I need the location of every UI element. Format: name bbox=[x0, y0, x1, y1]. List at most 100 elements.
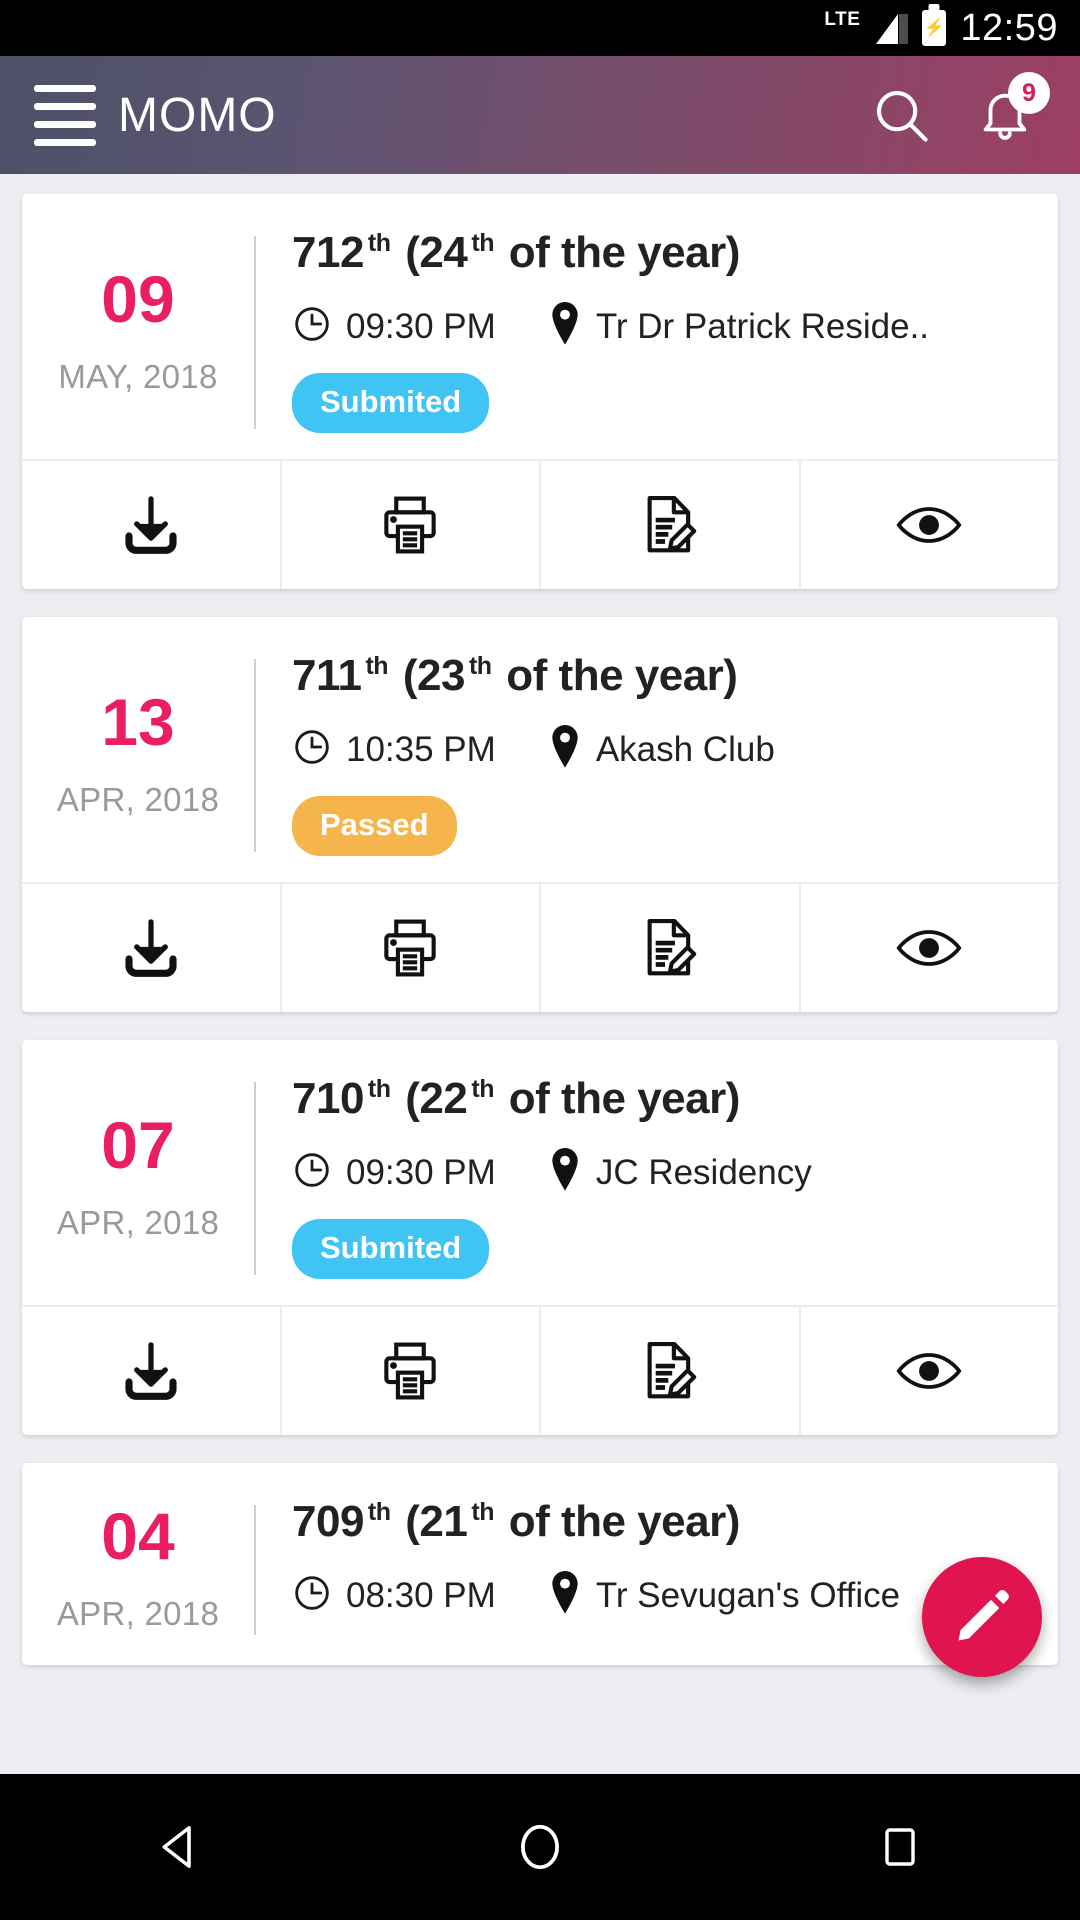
clock-icon bbox=[292, 304, 332, 349]
signal-bars-icon bbox=[874, 12, 909, 44]
meeting-number: 712 bbox=[292, 228, 364, 277]
meeting-time: 09:30 PM bbox=[346, 306, 496, 346]
create-meeting-fab[interactable] bbox=[922, 1557, 1042, 1677]
meeting-year-index-suffix: th bbox=[471, 1498, 494, 1527]
card-action-bar[interactable] bbox=[22, 882, 1058, 1012]
location-pin-icon bbox=[548, 1148, 582, 1197]
meeting-number: 711 bbox=[292, 651, 362, 700]
meeting-list[interactable]: 09 MAY, 2018 712th (24 th of the year) 09… bbox=[0, 174, 1080, 1665]
view-button[interactable] bbox=[801, 461, 1059, 589]
document-edit-icon bbox=[647, 495, 697, 553]
meeting-card[interactable]: 13 APR, 2018 711th (23 th of the year) 10… bbox=[22, 617, 1058, 1012]
download-icon bbox=[125, 496, 177, 554]
back-triangle-icon bbox=[162, 1826, 191, 1868]
meeting-of-the-year: of the year) bbox=[508, 1497, 741, 1546]
download-button[interactable] bbox=[22, 884, 282, 1012]
meeting-of-the-year: of the year) bbox=[506, 651, 738, 700]
meeting-card[interactable]: 09 MAY, 2018 712th (24 th of the year) 09… bbox=[22, 194, 1058, 589]
android-navigation-bar bbox=[0, 1774, 1080, 1920]
meeting-of-the-year: of the year) bbox=[508, 1074, 741, 1123]
home-button[interactable] bbox=[450, 1774, 630, 1920]
meeting-year-index-suffix: th bbox=[471, 229, 494, 258]
meeting-title: 711th (23 th of the year) bbox=[292, 651, 738, 700]
location-pin-icon bbox=[548, 725, 582, 774]
print-button[interactable] bbox=[282, 1307, 541, 1435]
edit-document-button[interactable] bbox=[541, 884, 801, 1012]
meeting-date: 07 APR, 2018 bbox=[22, 1074, 254, 1279]
meeting-year-index: 24 bbox=[419, 228, 468, 277]
clock-icon bbox=[292, 1150, 332, 1195]
meeting-year-index-suffix: th bbox=[468, 652, 492, 681]
meeting-venue: Tr Sevugan's Office bbox=[595, 1575, 901, 1615]
eye-icon bbox=[896, 930, 962, 966]
meeting-card[interactable]: 04 APR, 2018 709th (21 th of the year) 08… bbox=[22, 1463, 1058, 1665]
download-button[interactable] bbox=[22, 461, 282, 589]
hamburger-menu-icon[interactable] bbox=[34, 84, 96, 146]
download-icon bbox=[125, 1342, 177, 1400]
meeting-number-suffix: th bbox=[367, 1498, 391, 1527]
card-action-bar[interactable] bbox=[22, 1305, 1058, 1435]
print-button[interactable] bbox=[282, 461, 541, 589]
meeting-date: 04 APR, 2018 bbox=[22, 1497, 254, 1639]
view-button[interactable] bbox=[801, 884, 1059, 1012]
meeting-of-the-year: of the year) bbox=[508, 228, 741, 277]
meeting-year-index: 22 bbox=[419, 1074, 468, 1123]
status-badge: Passed bbox=[292, 796, 457, 856]
meeting-year-index: 21 bbox=[419, 1497, 468, 1546]
eye-icon bbox=[896, 1353, 962, 1389]
meeting-day: 13 bbox=[101, 684, 175, 759]
meeting-venue: Akash Club bbox=[595, 729, 775, 769]
meeting-time: 10:35 PM bbox=[346, 729, 496, 769]
location-pin-icon bbox=[548, 302, 582, 351]
meeting-date: 13 APR, 2018 bbox=[22, 651, 254, 856]
meeting-time: 08:30 PM bbox=[346, 1575, 496, 1615]
meeting-month-year: APR, 2018 bbox=[56, 1203, 220, 1241]
download-icon bbox=[125, 919, 177, 977]
meeting-month-year: APR, 2018 bbox=[56, 1595, 220, 1632]
meeting-day: 09 bbox=[101, 261, 175, 336]
meeting-venue: JC Residency bbox=[595, 1152, 812, 1192]
back-button[interactable] bbox=[90, 1774, 270, 1920]
meeting-time: 09:30 PM bbox=[346, 1152, 496, 1192]
meeting-day: 04 bbox=[101, 1499, 175, 1573]
meeting-title: 709th (21 th of the year) bbox=[292, 1497, 741, 1546]
eye-icon bbox=[896, 507, 962, 543]
meeting-title: 710th (22 th of the year) bbox=[292, 1074, 741, 1123]
meeting-number: 709 bbox=[292, 1497, 364, 1546]
download-button[interactable] bbox=[22, 1307, 282, 1435]
location-pin-icon bbox=[548, 1571, 582, 1620]
status-bar: LTE 12:59 bbox=[0, 0, 1080, 56]
meeting-number-suffix: th bbox=[367, 229, 391, 258]
printer-icon bbox=[384, 1342, 436, 1400]
meeting-card[interactable]: 07 APR, 2018 710th (22 th of the year) 09… bbox=[22, 1040, 1058, 1435]
meeting-venue: Tr Dr Patrick Reside.. bbox=[595, 306, 930, 346]
recents-square-icon bbox=[885, 1828, 915, 1866]
meeting-title: 712th (24 th of the year) bbox=[292, 228, 741, 277]
search-icon[interactable] bbox=[870, 84, 932, 146]
app-bar: MOMO 9 bbox=[0, 56, 1080, 174]
battery-charging-icon bbox=[922, 10, 947, 46]
status-badge: Submited bbox=[292, 1219, 490, 1279]
bell-icon[interactable]: 9 bbox=[976, 72, 1050, 144]
meeting-date: 09 MAY, 2018 bbox=[22, 228, 254, 433]
home-circle-icon bbox=[520, 1824, 560, 1870]
status-bar-clock: 12:59 bbox=[960, 6, 1058, 49]
meeting-year-index-suffix: th bbox=[471, 1075, 494, 1104]
meeting-number-suffix: th bbox=[367, 1075, 391, 1104]
page-title: MOMO bbox=[118, 88, 277, 142]
print-button[interactable] bbox=[282, 884, 541, 1012]
edit-document-button[interactable] bbox=[541, 461, 801, 589]
meeting-number: 710 bbox=[292, 1074, 364, 1123]
pencil-icon bbox=[958, 1590, 1009, 1641]
meeting-month-year: APR, 2018 bbox=[56, 780, 220, 818]
document-edit-icon bbox=[647, 918, 697, 976]
clock-icon bbox=[292, 1573, 332, 1618]
edit-document-button[interactable] bbox=[541, 1307, 801, 1435]
recents-button[interactable] bbox=[810, 1774, 990, 1920]
printer-icon bbox=[384, 919, 436, 977]
meeting-day: 07 bbox=[101, 1107, 175, 1182]
printer-icon bbox=[384, 496, 436, 554]
view-button[interactable] bbox=[801, 1307, 1059, 1435]
clock-icon bbox=[292, 727, 332, 772]
card-action-bar[interactable] bbox=[22, 459, 1058, 589]
